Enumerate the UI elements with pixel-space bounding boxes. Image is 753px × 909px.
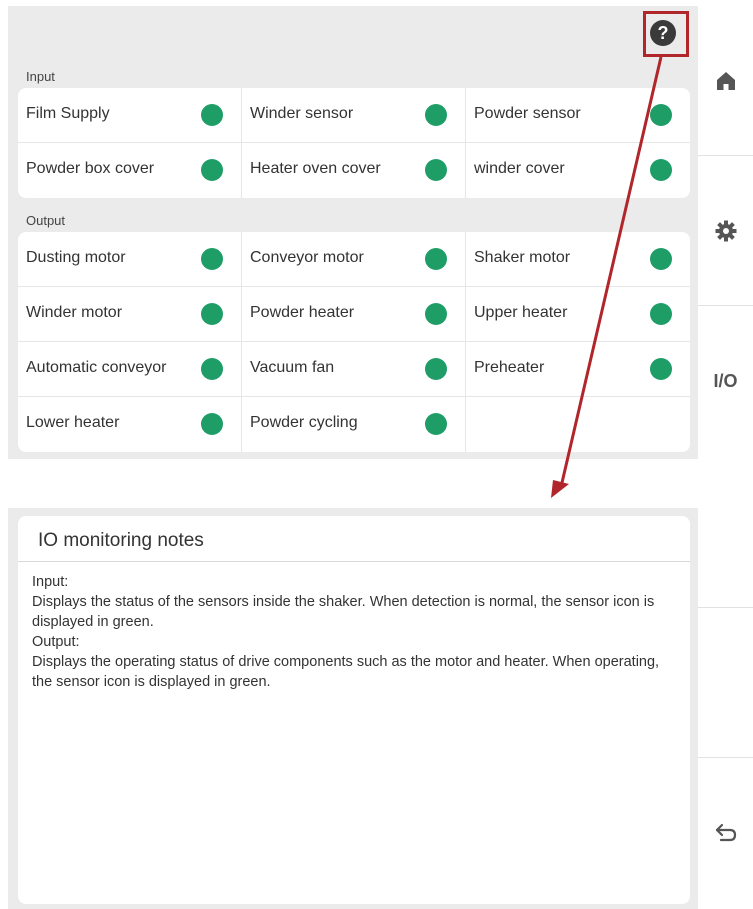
output-item-label: Powder heater (250, 304, 355, 321)
side-slot (698, 608, 753, 758)
status-indicator-icon (650, 104, 672, 126)
status-indicator-icon (425, 303, 447, 325)
output-item-label: Vacuum fan (250, 359, 335, 376)
output-item-label: Dusting motor (26, 249, 126, 266)
input-panel: Film Supply Winder sensor Powder sensor Pow… (18, 88, 690, 198)
output-item-label: Lower heater (26, 414, 120, 431)
notes-panel: IO monitoring notes Input: Displays the … (18, 516, 690, 904)
output-item: Powder cycling (242, 397, 466, 452)
nav-io-button[interactable]: I/O (698, 306, 753, 456)
status-indicator-icon (201, 358, 223, 380)
help-highlight-box (643, 11, 689, 57)
output-item: Conveyor motor (242, 232, 466, 287)
output-item: Dusting motor (18, 232, 242, 287)
status-indicator-icon (650, 159, 672, 181)
home-icon (716, 71, 735, 90)
output-item: Automatic conveyor (18, 342, 242, 397)
status-indicator-icon (425, 358, 447, 380)
status-indicator-icon (201, 104, 223, 126)
output-item: Shaker motor (466, 232, 690, 287)
output-item-label: Powder cycling (250, 414, 358, 431)
input-item-label: Winder sensor (250, 105, 354, 122)
side-nav: I/O (698, 6, 753, 459)
status-indicator-icon (425, 104, 447, 126)
output-item: Vacuum fan (242, 342, 466, 397)
output-item: Upper heater (466, 287, 690, 342)
nav-settings-button[interactable] (698, 156, 753, 306)
input-item-label: Powder sensor (474, 105, 581, 122)
input-item-label: winder cover (474, 160, 565, 177)
output-item: Preheater (466, 342, 690, 397)
input-item: Powder sensor (466, 88, 690, 143)
input-section-label: Input (26, 69, 55, 84)
output-item-label: Winder motor (26, 304, 123, 321)
status-indicator-icon (425, 248, 447, 270)
notes-body: Input: Displays the status of the sensor… (32, 572, 672, 692)
side-slot (698, 508, 753, 608)
status-indicator-icon (201, 303, 223, 325)
input-item: Heater oven cover (242, 143, 466, 198)
status-indicator-icon (650, 358, 672, 380)
input-item-label: Film Supply (26, 105, 110, 122)
input-item: Powder box cover (18, 143, 242, 198)
output-item-label: Preheater (474, 359, 545, 376)
output-item: Lower heater (18, 397, 242, 452)
output-item-label: Shaker motor (474, 249, 571, 266)
nav-io-label: I/O (713, 370, 738, 391)
output-item: Powder heater (242, 287, 466, 342)
notes-output-text: Displays the operating status of drive c… (32, 654, 660, 690)
notes-input-text: Displays the status of the sensors insid… (32, 594, 655, 630)
input-item-label: Heater oven cover (250, 160, 381, 177)
notes-title: IO monitoring notes (38, 530, 204, 551)
back-button[interactable] (698, 798, 753, 868)
output-item-label: Automatic conveyor (26, 359, 167, 376)
output-item-label: Upper heater (474, 304, 568, 321)
status-indicator-icon (650, 248, 672, 270)
output-panel: Dusting motor Conveyor motor Shaker motor W… (18, 232, 690, 452)
status-indicator-icon (425, 413, 447, 435)
status-indicator-icon (425, 159, 447, 181)
status-indicator-icon (201, 413, 223, 435)
status-indicator-icon (650, 303, 672, 325)
output-section-label: Output (26, 213, 66, 228)
notes-output-heading: Output: (32, 634, 80, 650)
gear-icon (715, 220, 736, 241)
notes-input-heading: Input: (32, 574, 69, 590)
input-item-label: Powder box cover (26, 160, 155, 177)
input-item: winder cover (466, 143, 690, 198)
notes-divider (18, 561, 690, 562)
side-nav-bottom (698, 508, 753, 909)
input-item: Winder sensor (242, 88, 466, 143)
status-indicator-icon (201, 159, 223, 181)
input-item: Film Supply (18, 88, 242, 143)
nav-home-button[interactable] (698, 6, 753, 156)
status-indicator-icon (201, 248, 223, 270)
back-arrow-icon (715, 823, 736, 842)
output-item-empty (466, 397, 690, 452)
output-item-label: Conveyor motor (250, 249, 364, 266)
output-item: Winder motor (18, 287, 242, 342)
